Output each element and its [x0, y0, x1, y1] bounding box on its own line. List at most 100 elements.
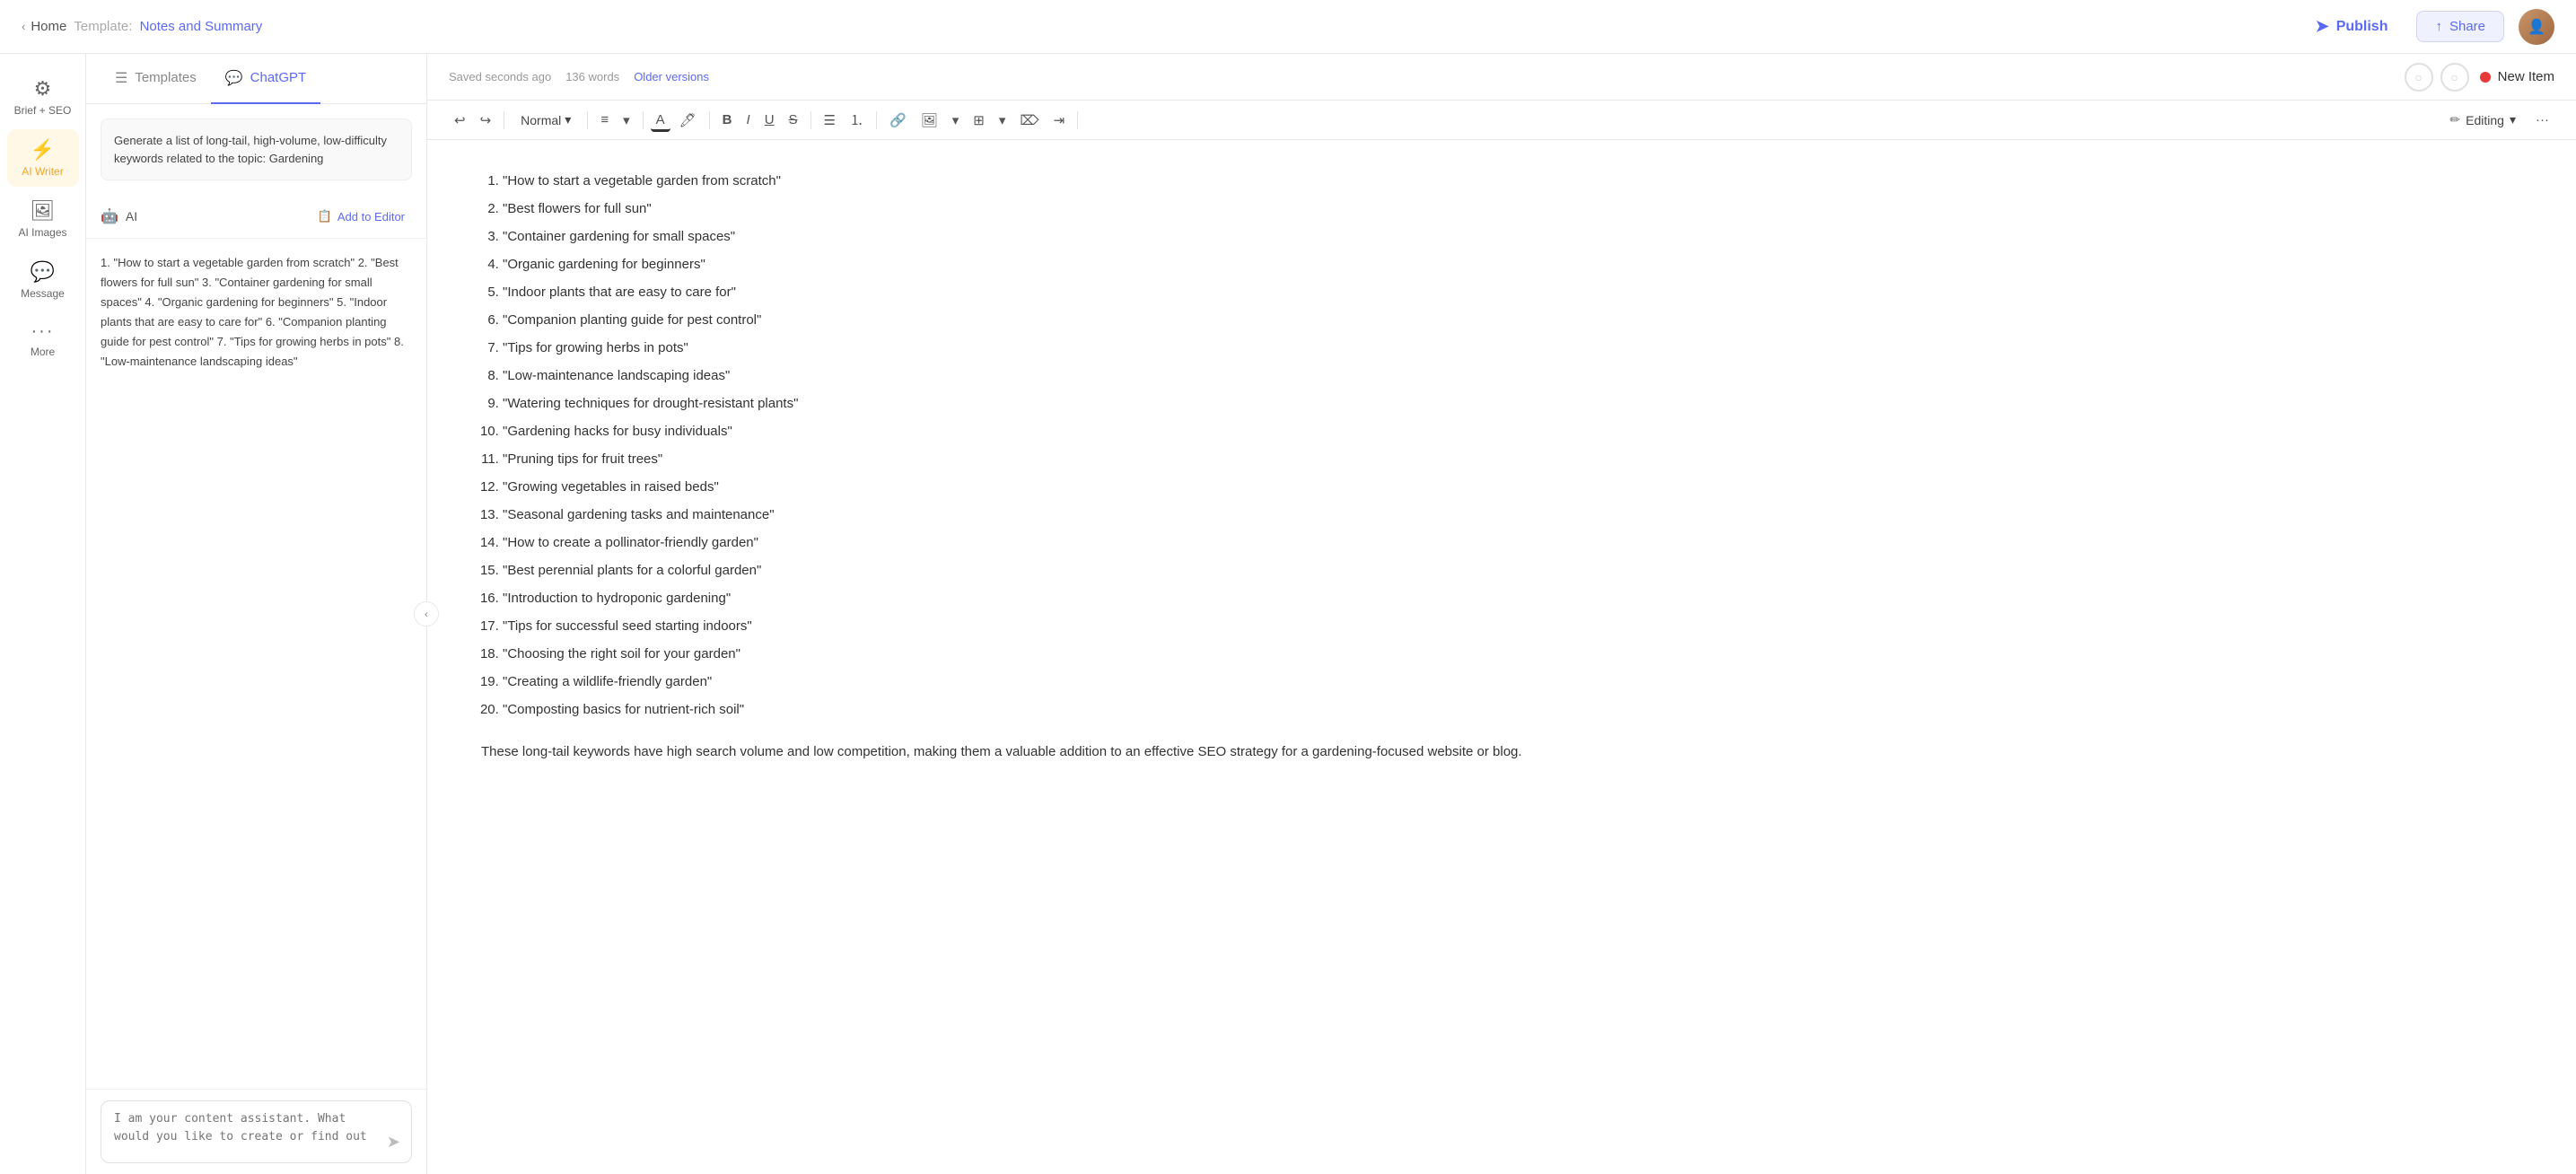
- chatgpt-tab-icon: 💬: [225, 69, 243, 87]
- collab-icon-2: ○: [2450, 70, 2458, 84]
- main-layout: ⚙ Brief + SEO ⚡ AI Writer 🖼 AI Images 💬 …: [0, 54, 2576, 1174]
- content-list: "How to start a vegetable garden from sc…: [481, 169, 2522, 722]
- list-item: "Creating a wildlife-friendly garden": [503, 670, 2522, 694]
- sidebar-item-ai-writer[interactable]: ⚡ AI Writer: [7, 129, 79, 187]
- list-item: "Tips for successful seed starting indoo…: [503, 614, 2522, 638]
- more-icon: ···: [31, 321, 55, 342]
- list-item: "Companion planting guide for pest contr…: [503, 308, 2522, 332]
- older-versions-link[interactable]: Older versions: [634, 70, 709, 83]
- chatgpt-tab-label: ChatGPT: [250, 70, 307, 85]
- redo-button[interactable]: ↪: [475, 108, 497, 133]
- add-to-editor-icon: 📋: [318, 209, 332, 223]
- sidebar-item-message[interactable]: 💬 Message: [7, 251, 79, 309]
- ai-section: 🤖 AI 📋 Add to Editor 1. "How to start a …: [86, 195, 426, 1174]
- editor-content[interactable]: "How to start a vegetable garden from sc…: [427, 140, 2576, 1174]
- text-color-button[interactable]: A: [651, 108, 670, 132]
- collab-avatar-1: ○: [2405, 63, 2433, 92]
- collab-icon-1: ○: [2414, 70, 2422, 84]
- add-to-editor-button[interactable]: 📋 Add to Editor: [311, 206, 412, 227]
- topbar-left: ‹ Home Template: Notes and Summary: [22, 19, 262, 34]
- panel-tabs: ☰ Templates 💬 ChatGPT: [86, 54, 426, 104]
- collab-icons: ○ ○: [2405, 63, 2469, 92]
- new-item-button[interactable]: New Item: [2480, 69, 2554, 84]
- new-item-label: New Item: [2498, 69, 2554, 84]
- italic-button[interactable]: I: [741, 108, 756, 132]
- tab-templates[interactable]: ☰ Templates: [101, 54, 211, 104]
- align-button[interactable]: ≡: [595, 108, 614, 132]
- editor-area: Saved seconds ago 136 words Older versio…: [427, 54, 2576, 1174]
- breadcrumb-template-name: Notes and Summary: [140, 19, 263, 34]
- ai-content: 1. "How to start a vegetable garden from…: [86, 239, 426, 1089]
- image-dropdown-button[interactable]: ▾: [947, 108, 965, 133]
- editing-dropdown-button[interactable]: ✏ Editing ▾: [2439, 108, 2527, 132]
- toolbar-separator-4: [709, 111, 710, 129]
- list-item: "How to create a pollinator-friendly gar…: [503, 530, 2522, 555]
- message-icon: 💬: [31, 260, 55, 284]
- link-button[interactable]: 🔗: [884, 108, 912, 133]
- home-label: Home: [31, 19, 66, 34]
- sidebar-item-brief-seo[interactable]: ⚙ Brief + SEO: [7, 68, 79, 126]
- bold-button[interactable]: B: [717, 108, 738, 132]
- send-icon: ➤: [387, 1133, 400, 1151]
- undo-button[interactable]: ↩: [449, 108, 471, 133]
- toolbar-separator-6: [876, 111, 877, 129]
- list-item: "Tips for growing herbs in pots": [503, 336, 2522, 360]
- table-button[interactable]: ⊞: [968, 108, 990, 133]
- clear-format-button[interactable]: ⌦: [1014, 108, 1044, 133]
- ai-writer-icon: ⚡: [31, 138, 55, 162]
- panel-collapse-handle[interactable]: ‹: [414, 601, 439, 626]
- list-item: "Composting basics for nutrient-rich soi…: [503, 697, 2522, 722]
- send-button[interactable]: ➤: [387, 1133, 400, 1152]
- icon-sidebar: ⚙ Brief + SEO ⚡ AI Writer 🖼 AI Images 💬 …: [0, 54, 86, 1174]
- bullet-list-button[interactable]: ☰: [819, 108, 841, 133]
- templates-tab-icon: ☰: [115, 69, 127, 87]
- ai-content-text: 1. "How to start a vegetable garden from…: [101, 256, 404, 368]
- sidebar-label-ai-writer: AI Writer: [22, 165, 63, 178]
- ordered-list-button[interactable]: ⒈: [845, 106, 869, 134]
- ai-header: 🤖 AI 📋 Add to Editor: [86, 195, 426, 239]
- collapse-icon: ‹: [425, 608, 428, 620]
- home-button[interactable]: ‹ Home: [22, 19, 66, 34]
- list-item: "Gardening hacks for busy individuals": [503, 419, 2522, 443]
- strikethrough-button[interactable]: S: [784, 108, 803, 132]
- pencil-icon: ✏: [2449, 112, 2460, 127]
- list-item: "How to start a vegetable garden from sc…: [503, 169, 2522, 193]
- sidebar-item-more[interactable]: ··· More: [23, 312, 62, 367]
- panel-area: ☰ Templates 💬 ChatGPT Generate a list of…: [86, 54, 427, 1174]
- table-dropdown-button[interactable]: ▾: [994, 108, 1012, 133]
- publish-label: Publish: [2336, 19, 2388, 35]
- image-button[interactable]: 🖼: [916, 108, 943, 133]
- indent-button[interactable]: ⇥: [1048, 108, 1071, 133]
- publish-button[interactable]: ➤ Publish: [2301, 10, 2403, 43]
- editing-chevron: ▾: [2510, 112, 2516, 127]
- format-toolbar: ↩ ↪ Normal ▾ ≡ ▾ A 🖊 B I U S ☰ ⒈ 🔗 🖼 ▾: [427, 101, 2576, 140]
- avatar[interactable]: 👤: [2519, 9, 2554, 45]
- list-item: "Choosing the right soil for your garden…: [503, 642, 2522, 666]
- toolbar-separator-5: [810, 111, 811, 129]
- underline-button[interactable]: U: [759, 108, 780, 132]
- align-dropdown-button[interactable]: ▾: [618, 108, 635, 133]
- brief-seo-icon: ⚙: [34, 77, 52, 101]
- share-button[interactable]: ↑ Share: [2416, 11, 2504, 42]
- chevron-left-icon: ‹: [22, 20, 25, 33]
- tab-chatgpt[interactable]: 💬 ChatGPT: [211, 54, 320, 104]
- breadcrumb: Template: Notes and Summary: [74, 19, 262, 34]
- more-options-button[interactable]: ···: [2530, 108, 2554, 132]
- sidebar-label-brief-seo: Brief + SEO: [14, 104, 72, 117]
- collab-avatar-2: ○: [2440, 63, 2469, 92]
- list-item: "Introduction to hydroponic gardening": [503, 586, 2522, 610]
- list-item: "Best perennial plants for a colorful ga…: [503, 558, 2522, 583]
- format-style-dropdown[interactable]: Normal ▾: [512, 108, 580, 132]
- highlight-button[interactable]: 🖊: [674, 108, 702, 133]
- list-item: "Indoor plants that are easy to care for…: [503, 280, 2522, 304]
- publish-icon: ➤: [2316, 17, 2329, 36]
- ai-label: 🤖 AI: [101, 207, 137, 225]
- ai-images-icon: 🖼: [31, 199, 56, 223]
- list-item: "Container gardening for small spaces": [503, 224, 2522, 249]
- breadcrumb-prefix: Template:: [74, 19, 132, 34]
- sidebar-label-message: Message: [21, 287, 65, 300]
- toolbar-separator-2: [587, 111, 588, 129]
- template-tooltip: Generate a list of long-tail, high-volum…: [101, 118, 412, 180]
- sidebar-item-ai-images[interactable]: 🖼 AI Images: [7, 190, 79, 248]
- chat-input[interactable]: [114, 1110, 375, 1145]
